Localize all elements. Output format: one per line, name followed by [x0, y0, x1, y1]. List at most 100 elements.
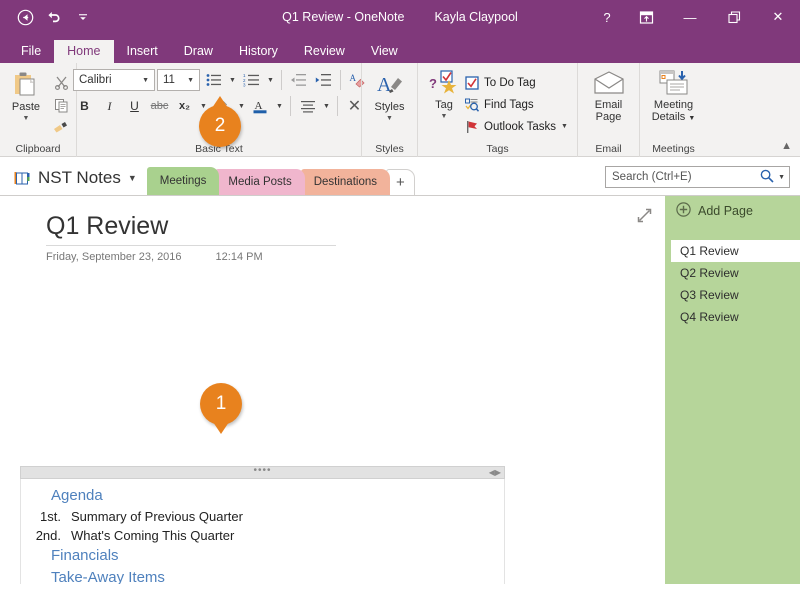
styles-dropdown-caret[interactable]: ▼ — [386, 115, 393, 122]
numbering-dropdown-caret[interactable]: ▼ — [265, 69, 276, 91]
envelope-icon — [593, 71, 624, 94]
outlook-tasks-caret[interactable]: ▼ — [561, 123, 568, 130]
close-button[interactable]: ✕ — [756, 0, 800, 34]
callout-marker-1: 1 — [200, 383, 242, 425]
note-container[interactable]: •••• ◀▶ Agenda 1st. Summary of Previous … — [20, 466, 505, 584]
tag-dropdown-caret[interactable]: ▼ — [441, 113, 448, 120]
search-icon[interactable] — [760, 169, 774, 186]
page-title[interactable]: Q1 Review — [0, 196, 665, 243]
underline-button[interactable]: U — [123, 95, 146, 117]
note-container-handle[interactable]: •••• ◀▶ — [20, 466, 505, 479]
back-arrow-icon[interactable] — [12, 4, 38, 30]
ribbon-display-options-icon[interactable] — [624, 0, 668, 34]
window-controls: ? — ✕ — [590, 0, 800, 34]
paste-dropdown-caret[interactable]: ▼ — [23, 115, 30, 122]
outlook-tasks-button[interactable]: Outlook Tasks ▼ — [465, 116, 572, 137]
section-tabs: Meetings Media Posts Destinations + — [146, 156, 415, 195]
bullets-icon[interactable] — [202, 69, 225, 91]
decrease-indent-icon[interactable] — [287, 69, 310, 91]
styles-button[interactable]: A Styles ▼ — [367, 67, 413, 122]
ribbon-group-email: Email Page Email — [577, 63, 639, 157]
add-section-button[interactable]: + — [386, 169, 415, 195]
italic-button[interactable]: I — [98, 95, 121, 117]
chevron-down-icon: ▼ — [142, 76, 149, 84]
font-family-select[interactable]: Calibri ▼ — [73, 69, 155, 91]
increase-indent-icon[interactable] — [312, 69, 335, 91]
styles-group-label: Styles — [375, 143, 404, 155]
note-line-numbered-2[interactable]: 2nd. What's Coming This Quarter — [21, 526, 504, 545]
expand-diagonal-icon[interactable] — [637, 208, 652, 226]
restore-button[interactable] — [712, 0, 756, 34]
tab-draw[interactable]: Draw — [171, 40, 226, 64]
page-list-spacer — [665, 226, 800, 240]
minimize-button[interactable]: — — [668, 0, 712, 34]
svg-text:A: A — [350, 73, 357, 83]
ribbon-tab-strip: File Home Insert Draw History Review Vie… — [0, 34, 800, 63]
section-tab-media-posts[interactable]: Media Posts — [215, 169, 305, 195]
font-size-select[interactable]: 11 ▼ — [157, 69, 200, 91]
add-page-button[interactable]: Add Page — [665, 196, 800, 226]
search-placeholder: Search (Ctrl+E) — [612, 171, 692, 183]
subscript-button[interactable]: x₂ — [173, 95, 196, 117]
tags-item-list: To Do Tag Find Tags Outlook Tasks ▼ — [465, 67, 572, 137]
add-page-label: Add Page — [698, 204, 753, 218]
chevron-down-icon[interactable]: ▼ — [128, 173, 137, 183]
search-input[interactable]: Search (Ctrl+E) ▼ — [605, 166, 790, 188]
divider — [340, 70, 341, 90]
tab-insert[interactable]: Insert — [114, 40, 171, 64]
to-do-tag-button[interactable]: To Do Tag — [465, 72, 572, 93]
chevron-down-icon: ▼ — [187, 76, 194, 84]
page-date[interactable]: Friday, September 23, 2016 — [46, 251, 182, 263]
section-tab-meetings[interactable]: Meetings — [146, 167, 220, 195]
page-list-item-q2[interactable]: Q2 Review — [671, 262, 800, 284]
divider — [290, 96, 291, 116]
page-list-item-q3[interactable]: Q3 Review — [671, 284, 800, 306]
to-do-tag-label: To Do Tag — [484, 76, 536, 89]
tab-file[interactable]: File — [8, 40, 54, 64]
font-size-value: 11 — [163, 74, 175, 86]
email-page-button[interactable]: Email Page — [586, 67, 632, 123]
align-left-icon[interactable] — [296, 95, 319, 117]
note-line-numbered-1[interactable]: 1st. Summary of Previous Quarter — [21, 507, 504, 526]
numbering-icon[interactable]: 1 2 3 — [240, 69, 263, 91]
section-tab-destinations[interactable]: Destinations — [300, 169, 390, 195]
page-time[interactable]: 12:14 PM — [216, 251, 263, 263]
meeting-details-button[interactable]: Meeting Details ▼ — [644, 67, 704, 123]
list-number: 1st. — [40, 509, 61, 524]
notebook-name: NST Notes — [38, 168, 121, 187]
horizontal-resize-icon[interactable]: ◀▶ — [489, 468, 501, 477]
note-line-heading-agenda[interactable]: Agenda — [21, 485, 504, 507]
tab-view[interactable]: View — [358, 40, 411, 64]
bullets-dropdown-caret[interactable]: ▼ — [227, 69, 238, 91]
page-canvas[interactable]: Q1 Review Friday, September 23, 2016 12:… — [0, 196, 665, 584]
email-page-label-line1: Email — [594, 99, 623, 111]
tab-history[interactable]: History — [226, 40, 291, 64]
search-dropdown-caret[interactable]: ▼ — [774, 174, 785, 181]
font-color-icon[interactable]: A — [249, 95, 272, 117]
customize-quick-access-icon[interactable] — [70, 4, 96, 30]
notebook-selector[interactable]: NST Notes ▼ — [0, 168, 147, 195]
align-dropdown-caret[interactable]: ▼ — [321, 95, 332, 117]
page-list-item-q1[interactable]: Q1 Review — [671, 240, 800, 262]
collapse-ribbon-chevron-icon[interactable]: ▲ — [781, 140, 792, 152]
font-color-dropdown-caret[interactable]: ▼ — [274, 95, 285, 117]
list-number: 2nd. — [35, 528, 61, 543]
outlook-tasks-label: Outlook Tasks — [484, 120, 557, 133]
help-button[interactable]: ? — [590, 0, 624, 34]
onenote-window: Q1 Review - OneNote Kayla Claypool ? — ✕ — [0, 0, 800, 600]
user-account-name[interactable]: Kayla Claypool — [434, 10, 517, 24]
tab-home[interactable]: Home — [54, 39, 114, 63]
bold-button[interactable]: B — [73, 95, 96, 117]
note-line-heading-financials[interactable]: Financials — [21, 545, 504, 567]
tag-button[interactable]: ? Tag ▼ — [423, 67, 465, 120]
main-area: Q1 Review Friday, September 23, 2016 12:… — [0, 196, 800, 584]
paste-button[interactable]: Paste ▼ — [3, 67, 49, 122]
tab-review[interactable]: Review — [291, 40, 358, 64]
note-line-heading-takeaway[interactable]: Take-Away Items — [21, 567, 504, 584]
page-list-item-q4[interactable]: Q4 Review — [671, 306, 800, 328]
note-container-body: Agenda 1st. Summary of Previous Quarter … — [20, 479, 505, 584]
section-tab-bar: NST Notes ▼ Meetings Media Posts Destina… — [0, 157, 800, 196]
undo-icon[interactable] — [41, 4, 67, 30]
strikethrough-button[interactable]: abc — [148, 95, 171, 117]
find-tags-button[interactable]: Find Tags — [465, 94, 572, 115]
